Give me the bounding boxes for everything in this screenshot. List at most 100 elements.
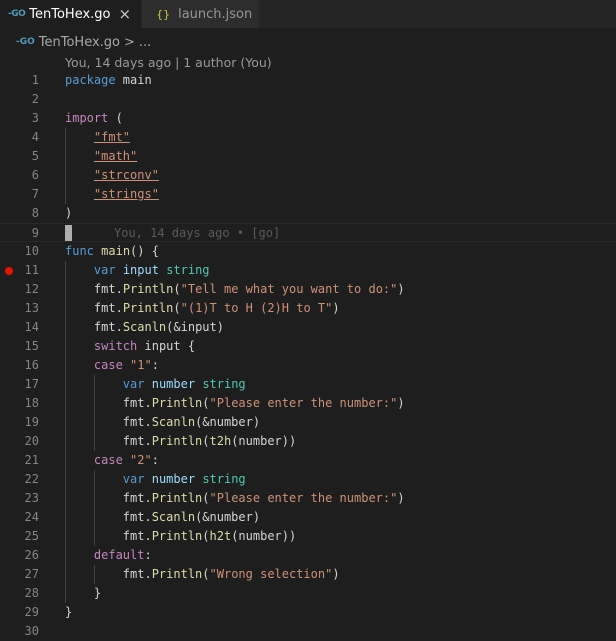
breadcrumb-file[interactable]: TenToHex.go [39, 35, 120, 50]
code-line[interactable]: 18 fmt.Println("Please enter the number:… [0, 394, 616, 413]
code-token: (&number) [195, 510, 261, 524]
code-token: import ( [65, 109, 123, 128]
line-number: 19 [24, 415, 39, 429]
code-token: Println [151, 396, 203, 410]
code-line[interactable]: 5 "math" [0, 147, 616, 166]
code-line[interactable]: 15 switch input { [0, 337, 616, 356]
line-number: 22 [24, 472, 39, 486]
code-token: "Tell me what you want to do:" [180, 282, 398, 296]
code-line[interactable]: 12 fmt.Println("Tell me what you want to… [0, 280, 616, 299]
line-number: 7 [31, 187, 39, 201]
code-token: case "2": [65, 451, 159, 470]
line-number: 16 [24, 358, 39, 372]
line-number: 15 [24, 339, 39, 353]
line-number: 2 [31, 92, 39, 106]
code-line[interactable]: 3 import ( [0, 109, 616, 128]
code-line[interactable]: 6 "strconv" [0, 166, 616, 185]
close-icon[interactable]: × [119, 6, 132, 22]
line-number: 13 [24, 301, 39, 315]
code-token: fmt. [122, 529, 152, 543]
code-token: package main [65, 71, 152, 90]
line-number: 9 [31, 226, 39, 240]
code-token: : [144, 548, 152, 562]
code-line[interactable]: 26 default: [0, 546, 616, 565]
code-line[interactable]: 22 var number string [0, 470, 616, 489]
code-line[interactable]: 30 [0, 622, 616, 641]
code-line[interactable]: 17 var number string [0, 375, 616, 394]
code-token: string [202, 377, 246, 391]
code-token: Scanln [122, 320, 167, 334]
code-token: fmt. [122, 491, 152, 505]
code-token: fmt.Println(t2h(number)) [65, 432, 296, 451]
codelens-author[interactable]: You, 14 days ago | 1 author (You) [65, 53, 272, 72]
code-token: fmt. [93, 301, 123, 315]
code-token: string [202, 472, 246, 486]
code-line[interactable]: 10 func main() { [0, 242, 616, 261]
code-token: switch input { [65, 337, 195, 356]
code-line[interactable]: 13 fmt.Println("(1)T to H (2)H to T") [0, 299, 616, 318]
code-line[interactable]: 20 fmt.Println(t2h(number)) [0, 432, 616, 451]
code-token: "1" [130, 358, 152, 372]
code-token: ) [332, 301, 340, 315]
code-token: Scanln [151, 415, 196, 429]
code-token: Println [122, 282, 174, 296]
code-token: input [122, 263, 159, 277]
code-token: fmt. [93, 320, 123, 334]
code-token: ( [202, 396, 210, 410]
go-file-icon: -GO [16, 37, 35, 47]
code-line[interactable]: 7 "strings" [0, 185, 616, 204]
code-token: "strings" [65, 185, 159, 204]
code-token: fmt.Println("(1)T to H (2)H to T") [65, 299, 340, 318]
code-line[interactable]: 28 } [0, 584, 616, 603]
breadcrumb-symbol[interactable]: ... [139, 35, 151, 50]
code-token: var [93, 263, 116, 277]
code-token: fmt.Println("Please enter the number:") [65, 489, 405, 508]
code-token: var input string [65, 261, 210, 280]
line-number: 5 [31, 149, 39, 163]
tab-tentohex-go[interactable]: -GO TenToHex.go × [0, 0, 143, 28]
code-line[interactable]: 23 fmt.Println("Please enter the number:… [0, 489, 616, 508]
code-line[interactable]: 27 fmt.Println("Wrong selection") [0, 565, 616, 584]
code-line[interactable]: 11 var input string [0, 261, 616, 280]
code-line[interactable]: 25 fmt.Println(h2t(number)) [0, 527, 616, 546]
code-token: Println [151, 567, 203, 581]
line-number: 29 [24, 605, 39, 619]
code-token: "math" [93, 149, 138, 163]
tab-label: launch.json [178, 6, 253, 22]
code-line[interactable]: 21 case "2": [0, 451, 616, 470]
code-token: fmt.Scanln(&number) [65, 413, 260, 432]
code-line[interactable]: 8) [0, 204, 616, 223]
code-line[interactable]: 1 package main [0, 71, 616, 90]
line-number: 20 [24, 434, 39, 448]
code-line[interactable]: 29} [0, 603, 616, 622]
code-token: case "1": [65, 356, 159, 375]
code-line[interactable]: 24 fmt.Scanln(&number) [0, 508, 616, 527]
code-line[interactable]: 14 fmt.Scanln(&input) [0, 318, 616, 337]
code-line[interactable]: 4 "fmt" [0, 128, 616, 147]
code-editor[interactable]: 1 package main 2 3 import ( 4 "fmt" 5 "mat… [0, 71, 616, 641]
code-token: var [122, 377, 145, 391]
code-line-current[interactable]: 9 You, 14 days ago • [go] [0, 223, 616, 242]
code-line[interactable]: 19 fmt.Scanln(&number) [0, 413, 616, 432]
code-token: "fmt" [65, 128, 130, 147]
code-token: (&number) [195, 415, 261, 429]
code-token: ( [173, 282, 181, 296]
code-token: Println [151, 434, 203, 448]
line-number: 28 [24, 586, 39, 600]
line-number: 1 [31, 73, 39, 87]
code-token: ) [65, 206, 73, 220]
code-token: (number)) [231, 434, 297, 448]
code-token: ( [202, 434, 210, 448]
code-line[interactable]: 16 case "1": [0, 356, 616, 375]
code-line[interactable]: 2 [0, 90, 616, 109]
tab-launch-json[interactable]: {} launch.json [142, 0, 261, 28]
code-token: number [151, 472, 196, 486]
